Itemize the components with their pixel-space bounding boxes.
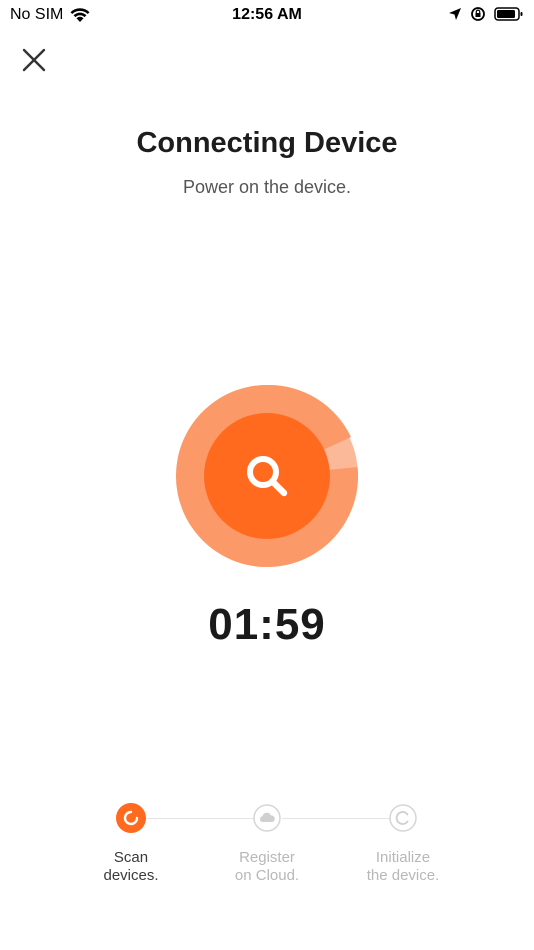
step-dot-inactive — [388, 803, 418, 833]
step-dot-inactive — [252, 803, 282, 833]
orientation-lock-icon — [471, 7, 485, 21]
battery-icon — [494, 7, 523, 21]
progress-steps: Scan devices. Register on Cloud. Initial… — [0, 803, 534, 893]
status-bar: No SIM 12:56 AM — [0, 0, 534, 32]
step-label-line2: devices. — [103, 867, 159, 884]
step-register-cloud: Register on Cloud. — [202, 803, 332, 885]
step-label-line1: Scan — [113, 849, 149, 866]
cloud-icon — [253, 804, 281, 832]
initialize-icon — [389, 804, 417, 832]
close-icon — [22, 48, 46, 72]
scan-inner-circle — [204, 413, 330, 539]
page-subtitle: Power on the device. — [182, 177, 352, 197]
status-icons — [448, 6, 524, 22]
page-title: Connecting Device — [136, 127, 398, 159]
step-label-line2: the device. — [366, 867, 440, 884]
countdown-timer: 01:59 — [208, 600, 326, 649]
step-initialize-device: Initialize the device. — [338, 803, 468, 885]
step-label-line1: Initialize — [375, 849, 431, 866]
location-arrow-icon — [449, 8, 461, 20]
step-dot-active — [116, 803, 146, 833]
step-label-line2: on Cloud. — [234, 867, 300, 884]
close-button[interactable] — [20, 46, 48, 74]
scan-progress-graphic — [176, 384, 359, 567]
step-label-line1: Register — [239, 849, 295, 866]
step-scan-devices: Scan devices. — [66, 803, 196, 885]
loading-icon — [116, 803, 146, 833]
